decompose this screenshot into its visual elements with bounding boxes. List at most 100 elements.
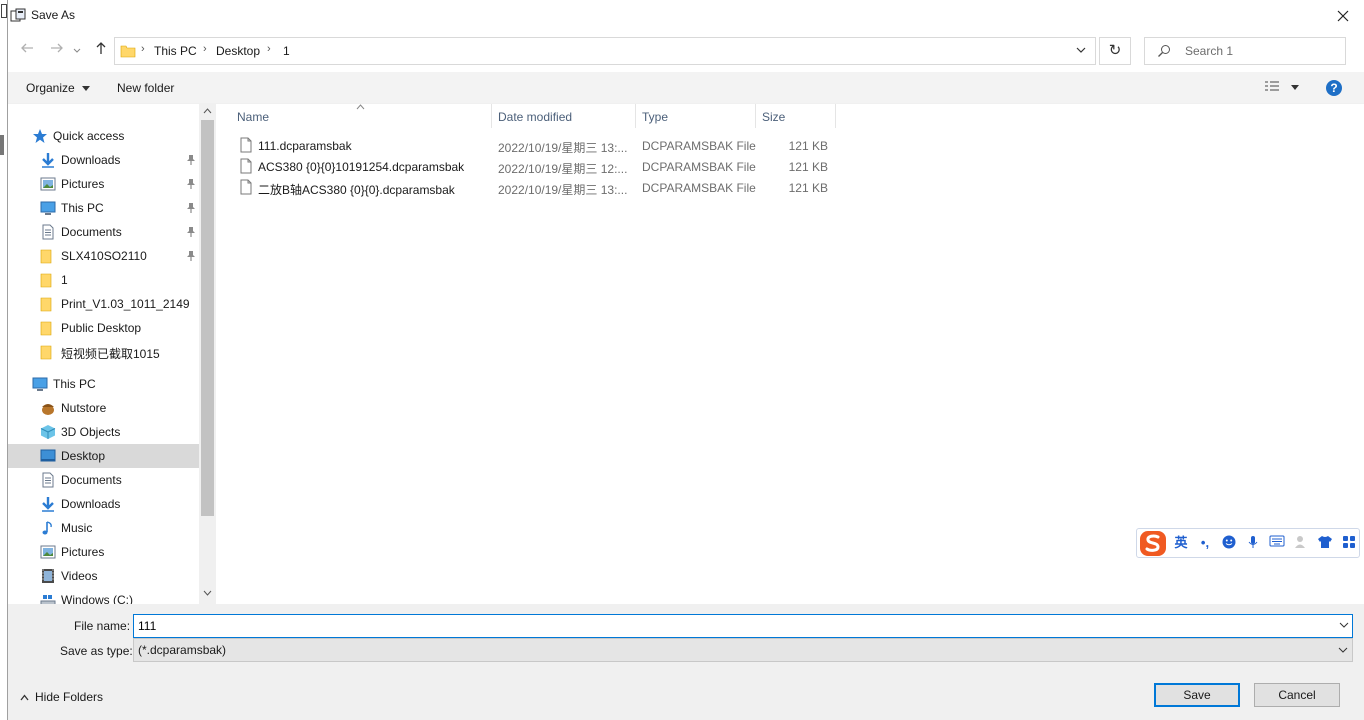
microphone-icon[interactable]: [1245, 535, 1261, 551]
organize-button[interactable]: Organize: [26, 81, 91, 95]
organize-label: Organize: [26, 81, 75, 95]
save-type-value: (*.dcparamsbak): [138, 643, 227, 657]
column-divider[interactable]: [635, 104, 636, 128]
pictures-icon: [40, 176, 56, 192]
pin-icon: [186, 250, 196, 262]
address-bar[interactable]: › This PC › Desktop › 1: [114, 37, 1096, 65]
hide-folders-button[interactable]: Hide Folders: [20, 690, 103, 704]
nav-item-this-pc[interactable]: This PC: [8, 372, 199, 396]
breadcrumb-this-pc[interactable]: This PC: [154, 44, 197, 58]
document-icon: [40, 472, 56, 488]
file-date: 2022/10/19/星期三 13:...: [498, 183, 628, 197]
nav-item-pictures[interactable]: Pictures: [8, 172, 199, 196]
document-icon: [40, 224, 56, 240]
file-type: DCPARAMSBAK File: [642, 181, 756, 195]
nav-item-downloads[interactable]: Downloads: [8, 148, 199, 172]
file-name-input[interactable]: [133, 614, 1353, 638]
nav-item-slx410so2110[interactable]: SLX410SO2110: [8, 244, 199, 268]
nutstore-icon: [40, 400, 56, 416]
nav-item-print-v1-03-1011-2149[interactable]: Print_V1.03_1011_2149: [8, 292, 199, 316]
refresh-button[interactable]: ↻: [1099, 37, 1131, 65]
save-button[interactable]: Save: [1154, 683, 1240, 707]
nav-item-this-pc[interactable]: This PC: [8, 196, 199, 220]
breadcrumb-1[interactable]: 1: [283, 44, 290, 58]
nav-item-nutstore[interactable]: Nutstore: [8, 396, 199, 420]
file-type: DCPARAMSBAK File: [642, 160, 756, 174]
window-title: Save As: [31, 8, 76, 22]
new-folder-button[interactable]: New folder: [117, 81, 174, 95]
save-type-label: Save as type:: [60, 644, 133, 658]
toolbox-grid-icon[interactable]: [1341, 535, 1357, 551]
recent-locations-button[interactable]: [70, 39, 84, 61]
nav-item-1015[interactable]: 短视频已截取1015: [8, 340, 199, 364]
chevron-down-icon: [1338, 647, 1348, 653]
search-placeholder: Search 1: [1185, 44, 1234, 58]
skin-icon[interactable]: [1317, 535, 1333, 551]
nav-item-documents[interactable]: Documents: [8, 468, 199, 492]
nav-item-desktop[interactable]: Desktop: [8, 444, 199, 468]
nav-item-3d-objects[interactable]: 3D Objects: [8, 420, 199, 444]
nav-item-documents[interactable]: Documents: [8, 220, 199, 244]
nav-item-label: This PC: [53, 377, 96, 391]
close-button[interactable]: [1330, 4, 1356, 28]
file-row[interactable]: ACS380 {0}{0}10191254.dcparamsbak 2022/10…: [236, 156, 836, 177]
nav-item-public-desktop[interactable]: Public Desktop: [8, 316, 199, 340]
file-row[interactable]: 111.dcparamsbak 2022/10/19/星期三 13:... DCPA…: [236, 135, 836, 156]
monitor-icon: [32, 376, 48, 392]
nav-scrollbar[interactable]: [199, 104, 216, 604]
column-header-name[interactable]: Name: [237, 110, 269, 124]
file-size: 121 KB: [788, 160, 828, 174]
nav-item-1[interactable]: 1: [8, 268, 199, 292]
column-header-size[interactable]: Size: [762, 110, 785, 124]
scroll-down-icon[interactable]: [201, 588, 214, 602]
nav-item-windows-c[interactable]: Windows (C:): [8, 588, 199, 604]
nav-item-label: Pictures: [61, 545, 105, 559]
up-button[interactable]: [90, 39, 112, 61]
nav-item-label: Quick access: [53, 129, 125, 143]
save-options-panel: File name: Save as type: (*.dcparamsbak)…: [8, 604, 1364, 720]
breadcrumb-desktop[interactable]: Desktop: [216, 44, 260, 58]
folder-icon: [40, 248, 56, 264]
help-button[interactable]: ?: [1326, 80, 1342, 96]
ime-toolbar: 英 •,: [1136, 528, 1360, 558]
file-date: 2022/10/19/星期三 13:...: [498, 141, 628, 155]
file-name: 111.dcparamsbak: [258, 139, 352, 153]
save-type-select[interactable]: (*.dcparamsbak): [133, 638, 1353, 662]
column-divider[interactable]: [491, 104, 492, 128]
nav-item-label: Downloads: [61, 497, 121, 511]
chevron-down-icon[interactable]: [1075, 44, 1087, 56]
forward-button[interactable]: [46, 39, 68, 61]
column-header-type[interactable]: Type: [642, 110, 668, 124]
search-box[interactable]: Search 1: [1144, 37, 1346, 65]
folder-icon: [40, 344, 56, 360]
cancel-button[interactable]: Cancel: [1254, 683, 1340, 707]
nav-item-quick-access[interactable]: Quick access: [8, 124, 199, 148]
nav-item-pictures[interactable]: Pictures: [8, 540, 199, 564]
pictures-icon: [40, 544, 56, 560]
back-button[interactable]: [16, 39, 38, 61]
scroll-thumb[interactable]: [201, 120, 214, 516]
nav-item-music[interactable]: Music: [8, 516, 199, 540]
ime-punctuation-toggle[interactable]: •,: [1197, 535, 1213, 551]
chevron-down-icon[interactable]: [1339, 620, 1349, 630]
user-icon[interactable]: [1293, 535, 1309, 551]
column-header-date[interactable]: Date modified: [498, 110, 572, 124]
view-options-button[interactable]: [1264, 80, 1300, 97]
emoji-icon[interactable]: [1221, 535, 1237, 551]
help-icon: ?: [1330, 81, 1338, 95]
sogou-logo-icon[interactable]: [1139, 530, 1167, 557]
keyboard-icon[interactable]: [1269, 535, 1285, 551]
dropdown-arrow-icon: [1291, 85, 1300, 90]
column-divider[interactable]: [755, 104, 756, 128]
breadcrumb-separator: ›: [267, 43, 271, 55]
nav-item-videos[interactable]: Videos: [8, 564, 199, 588]
details-view-icon: [1265, 81, 1279, 91]
monitor-icon: [40, 200, 56, 216]
file-row[interactable]: 二放B轴ACS380 {0}{0}.dcparamsbak 2022/10/19/…: [236, 177, 836, 198]
breadcrumb-separator: ›: [203, 43, 207, 55]
nav-item-downloads[interactable]: Downloads: [8, 492, 199, 516]
ime-language-toggle[interactable]: 英: [1173, 535, 1189, 551]
scroll-up-icon[interactable]: [201, 106, 214, 120]
chevron-up-icon: [20, 694, 29, 701]
column-divider[interactable]: [835, 104, 836, 128]
